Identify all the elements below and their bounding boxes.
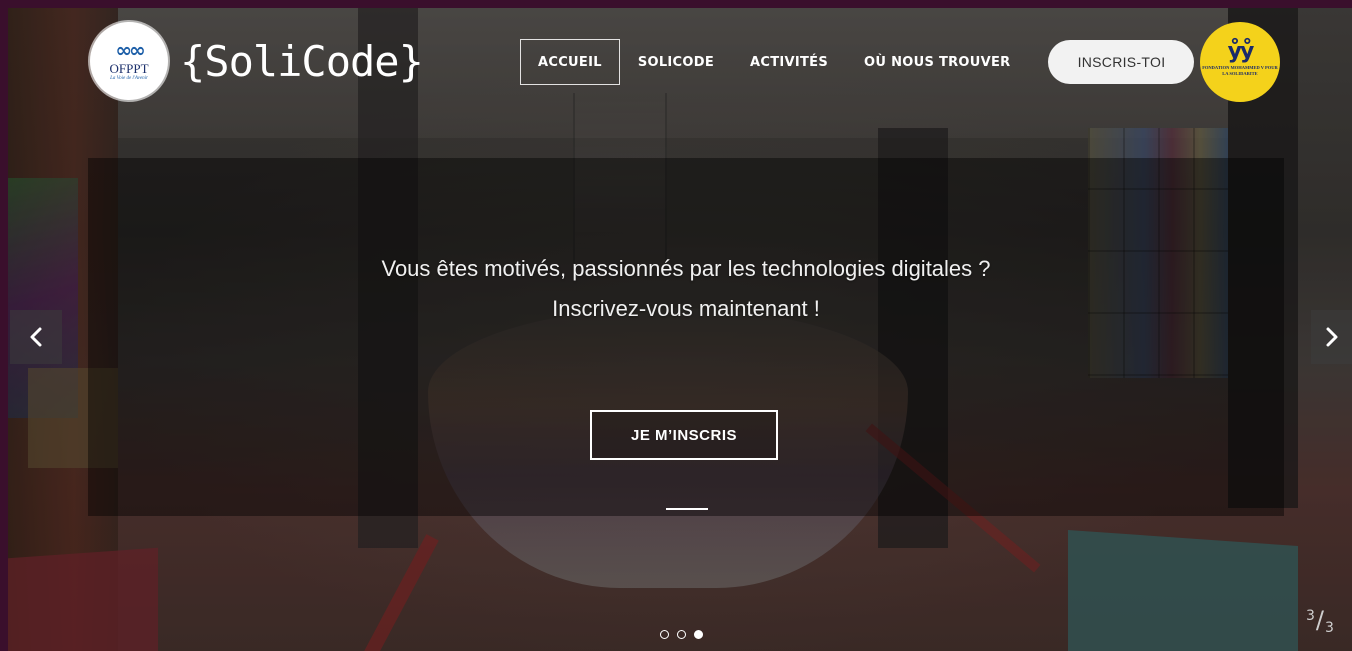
- slide-headline: Vous êtes motivés, passionnés par les te…: [381, 256, 991, 281]
- next-slide-button[interactable]: [1311, 310, 1352, 364]
- fondation-logo-text: FONDATION MOHAMMED V POUR LA SOLIDARITE: [1202, 65, 1278, 76]
- ofppt-mark-icon: ∞∞: [115, 38, 145, 62]
- slide-counter: 3 / 3: [1306, 608, 1334, 636]
- main-nav: ACCUEIL SOLICODE ACTIVITÉS OÙ NOUS TROUV…: [520, 38, 1195, 86]
- slide-caption: Vous êtes motivés, passionnés par les te…: [88, 158, 1284, 516]
- slide-dot-active[interactable]: [694, 630, 703, 639]
- nav-item-ou-nous-trouver[interactable]: OÙ NOUS TROUVER: [846, 39, 1028, 85]
- slide-dot[interactable]: [677, 630, 686, 639]
- slide-subheadline: Inscrivez-vous maintenant !: [552, 296, 820, 321]
- nav-item-accueil[interactable]: ACCUEIL: [520, 39, 620, 85]
- register-nav-button[interactable]: INSCRIS-TOI: [1048, 40, 1195, 84]
- fondation-mark-icon: ẙẙ: [1227, 39, 1255, 64]
- slide-pagination: [660, 630, 703, 639]
- nav-item-activites[interactable]: ACTIVITÉS: [732, 39, 846, 85]
- slide-counter-current: 3: [1306, 608, 1315, 624]
- ofppt-logo-text: OFPPT: [109, 61, 149, 76]
- ofppt-logo-tagline: La Voie de l'Avenir: [110, 76, 148, 81]
- brand[interactable]: ∞∞ OFPPT La Voie de l'Avenir {SoliCode}: [90, 22, 424, 100]
- site-logo-text[interactable]: {SoliCode}: [180, 37, 424, 86]
- slide-counter-total: 3: [1325, 620, 1334, 636]
- caption-divider: [666, 508, 708, 510]
- chevron-left-icon: [30, 327, 42, 347]
- register-button[interactable]: JE M’INSCRIS: [590, 410, 778, 460]
- fondation-logo[interactable]: ẙẙ FONDATION MOHAMMED V POUR LA SOLIDARI…: [1200, 22, 1280, 102]
- slide-dot[interactable]: [660, 630, 669, 639]
- slide-counter-separator: /: [1315, 606, 1325, 634]
- chevron-right-icon: [1326, 327, 1337, 347]
- ofppt-logo[interactable]: ∞∞ OFPPT La Voie de l'Avenir: [90, 22, 168, 100]
- prev-slide-button[interactable]: [10, 310, 62, 364]
- nav-item-solicode[interactable]: SOLICODE: [620, 39, 732, 85]
